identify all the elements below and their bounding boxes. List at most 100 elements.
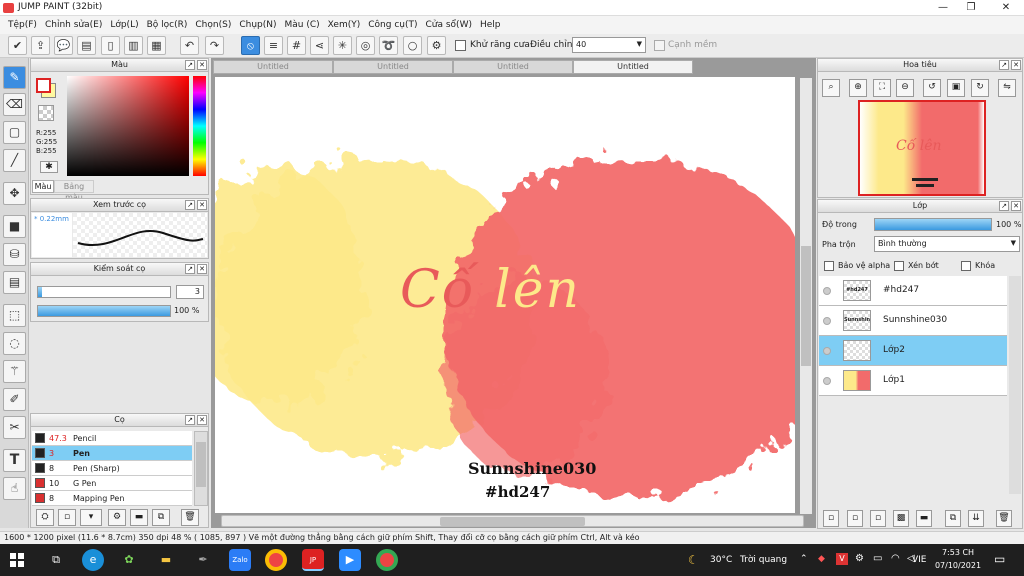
brush-import-icon[interactable]: ⛭ xyxy=(36,509,54,526)
minimize-button[interactable]: — xyxy=(928,0,958,16)
layer-list-scrollbar[interactable] xyxy=(1009,276,1021,494)
notification-icon[interactable]: ▭ xyxy=(994,552,1005,566)
layer-row[interactable]: Sunnshine030 Sunnshine030 xyxy=(819,306,1007,336)
menu-view[interactable]: Xem(Y) xyxy=(324,20,365,30)
tab-untitled-3[interactable]: Untitled xyxy=(453,60,573,74)
fit-window-icon[interactable]: ⛶ xyxy=(873,79,891,97)
check-icon[interactable]: ✔ xyxy=(8,36,27,55)
brush-settings-icon[interactable]: ⚙ xyxy=(108,509,126,526)
line-tool-icon[interactable]: ╱ xyxy=(3,149,26,172)
float-icon[interactable]: ↗ xyxy=(185,264,195,274)
maximize-button[interactable]: ❐ xyxy=(956,0,986,16)
blend-mode-select[interactable]: Bình thường ▼ xyxy=(874,236,1020,252)
menu-tools[interactable]: Công cụ(T) xyxy=(364,20,421,30)
zoom-out-icon[interactable]: ⊖ xyxy=(896,79,914,97)
antialias-checkbox[interactable] xyxy=(455,40,466,51)
page-icon[interactable]: ▯ xyxy=(101,36,120,55)
brush-size-value[interactable]: 3 xyxy=(176,285,204,299)
canvas-artwork[interactable]: Cố lên Sunnshine030 #hd247 xyxy=(215,77,795,513)
document-icon[interactable]: ▥ xyxy=(124,36,143,55)
clock-date[interactable]: 07/10/2021 xyxy=(932,561,984,570)
vertical-scroll-thumb[interactable] xyxy=(801,246,811,366)
tab-untitled-1[interactable]: Untitled xyxy=(213,60,333,74)
close-icon[interactable]: ✕ xyxy=(1011,60,1021,70)
menu-file[interactable]: Tệp(F) xyxy=(4,20,41,30)
menu-capture[interactable]: Chụp(N) xyxy=(235,20,280,30)
crosshatch-icon[interactable]: # xyxy=(287,36,306,55)
visibility-icon[interactable] xyxy=(823,377,831,385)
navigator-thumbnail[interactable]: Cố lên xyxy=(858,100,986,196)
circle-icon[interactable]: ○ xyxy=(403,36,422,55)
reset-view-icon[interactable]: ▣ xyxy=(947,79,965,97)
tray-v-icon[interactable]: V xyxy=(836,553,848,565)
menu-edit[interactable]: Chỉnh sửa(E) xyxy=(41,20,106,30)
hue-slider[interactable] xyxy=(193,76,206,176)
duplicate-layer-icon[interactable]: ⧉ xyxy=(945,510,961,527)
close-icon[interactable]: ✕ xyxy=(1011,201,1021,211)
shape-tool-icon[interactable]: ▢ xyxy=(3,121,26,144)
brush-folder-icon[interactable]: ▬ xyxy=(130,509,148,526)
layer-row[interactable]: Lớp1 xyxy=(819,366,1007,396)
settings-icon[interactable]: ⚙ xyxy=(427,36,446,55)
float-icon[interactable]: ↗ xyxy=(185,200,195,210)
saturation-value-picker[interactable] xyxy=(67,76,189,176)
new-brush-icon[interactable]: ▫ xyxy=(58,509,76,526)
float-icon[interactable]: ↗ xyxy=(999,201,1009,211)
task-view-icon[interactable]: ⧉ xyxy=(45,549,67,571)
language-indicator[interactable]: VIE xyxy=(912,555,927,565)
menu-window[interactable]: Cửa sổ(W) xyxy=(422,20,476,30)
file-explorer-icon[interactable]: ▬ xyxy=(155,549,177,571)
jump-paint-icon[interactable]: JP xyxy=(302,549,324,571)
clip-checkbox[interactable] xyxy=(894,261,904,271)
float-icon[interactable]: ↗ xyxy=(185,60,195,70)
fill-rect-tool-icon[interactable]: ■ xyxy=(3,215,26,238)
zoom-fit-icon[interactable]: ⌕ xyxy=(822,79,840,97)
tab-untitled-4[interactable]: Untitled xyxy=(573,60,693,74)
select-eraser-tool-icon[interactable]: ✂ xyxy=(3,416,26,439)
chrome-icon[interactable] xyxy=(265,549,287,571)
lasso-tool-icon[interactable]: ◌ xyxy=(3,332,26,355)
brush-list-item[interactable]: 3 Pen xyxy=(32,446,192,461)
transparent-swatch[interactable] xyxy=(38,105,54,121)
bucket-tool-icon[interactable]: ⛁ xyxy=(3,243,26,266)
visibility-icon[interactable] xyxy=(823,287,831,295)
brush-list-item[interactable]: 10 G Pen xyxy=(32,476,192,491)
brush-list-item[interactable]: 8 Mapping Pen xyxy=(32,491,192,506)
tray-icon[interactable]: ◆ xyxy=(818,554,825,564)
zoom-icon[interactable]: ▶ xyxy=(339,549,361,571)
comment-icon[interactable]: 💬 xyxy=(54,36,73,55)
visibility-icon[interactable] xyxy=(823,317,831,325)
folder-icon[interactable]: ▬ xyxy=(916,510,932,527)
close-icon[interactable]: ✕ xyxy=(197,60,207,70)
note-icon[interactable]: ▤ xyxy=(77,36,96,55)
edge-browser-icon[interactable]: e xyxy=(82,549,104,571)
soft-edge-checkbox[interactable] xyxy=(654,40,665,51)
text-tool-icon[interactable]: T xyxy=(3,449,26,472)
tab-palette[interactable]: Bảng màu xyxy=(54,180,94,202)
adjust-select[interactable]: 40 ▼ xyxy=(572,37,646,53)
gradient-tool-icon[interactable]: ▤ xyxy=(3,271,26,294)
close-icon[interactable]: ✕ xyxy=(197,415,207,425)
rotate-left-icon[interactable]: ↺ xyxy=(923,79,941,97)
horizontal-scroll-thumb[interactable] xyxy=(440,517,585,526)
tab-untitled-2[interactable]: Untitled xyxy=(333,60,453,74)
eraser-tool-icon[interactable]: ⌫ xyxy=(3,93,26,116)
menu-select[interactable]: Chọn(S) xyxy=(191,20,235,30)
battery-icon[interactable]: ▭ xyxy=(873,553,882,564)
brush-size-slider[interactable] xyxy=(37,286,171,298)
menu-layer[interactable]: Lớp(L) xyxy=(106,20,142,30)
wifi-icon[interactable]: ◠ xyxy=(891,553,900,564)
scroll-thumb[interactable] xyxy=(196,442,206,487)
rect-select-tool-icon[interactable]: ⬚ xyxy=(3,304,26,327)
tool-icon[interactable]: ✒ xyxy=(192,549,214,571)
clover-icon[interactable]: ✿ xyxy=(118,549,140,571)
zalo-icon[interactable]: Zalo xyxy=(229,549,251,571)
new-layer-icon[interactable]: ▫ xyxy=(847,510,863,527)
horizontal-scrollbar[interactable] xyxy=(221,515,804,527)
hand-tool-icon[interactable]: ☝ xyxy=(3,477,26,500)
brush-list-item[interactable]: 47.3 Pencil xyxy=(32,431,192,446)
export-icon[interactable]: ⇪ xyxy=(31,36,50,55)
protect-alpha-checkbox[interactable] xyxy=(824,261,834,271)
float-icon[interactable]: ↗ xyxy=(185,415,195,425)
picker-icon[interactable]: ✱ xyxy=(40,161,58,173)
